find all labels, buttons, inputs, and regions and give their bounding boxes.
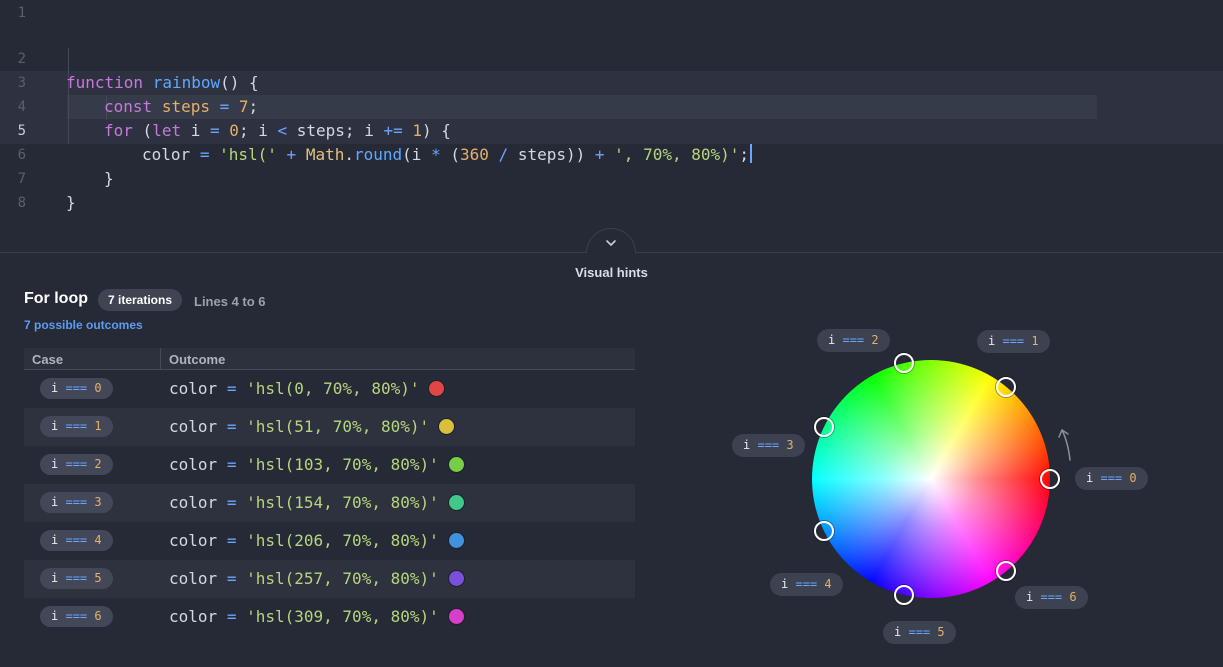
cases-table: Case Outcome i === 0 color = 'hsl(0, 70%,… [24, 348, 635, 636]
chevron-down-icon [606, 240, 616, 246]
case-pill[interactable]: i === 1 [40, 416, 113, 437]
case-pill[interactable]: i === 2 [40, 454, 113, 475]
wheel-case-label[interactable]: i === 5 [883, 621, 956, 644]
outcome-text: color = 'hsl(257, 70%, 80%)' [169, 569, 465, 588]
column-header-case: Case [32, 352, 64, 367]
outcome-text: color = 'hsl(154, 70%, 80%)' [169, 493, 465, 512]
code-line-5[interactable]: 5 color = 'hsl(' + Math.round(i * (360 /… [0, 95, 1223, 164]
wheel-case-label[interactable]: i === 0 [1075, 467, 1148, 490]
case-pill[interactable]: i === 6 [40, 606, 113, 627]
color-swatch [447, 608, 465, 625]
table-header: Case Outcome [24, 348, 635, 370]
line-number: 1 [17, 5, 26, 21]
code-line-2[interactable]: 2 function rainbow() { [0, 23, 1223, 92]
loop-type-label: For loop [24, 290, 88, 307]
color-swatch [447, 494, 465, 511]
code-line-4[interactable]: 4 for (let i = 0; i < steps; i += 1) { [0, 71, 1223, 140]
table-body: i === 0 color = 'hsl(0, 70%, 80%)' i === 1… [24, 370, 635, 636]
direction-arrow-icon [1058, 429, 1071, 461]
outcome-text: color = 'hsl(206, 70%, 80%)' [169, 531, 465, 550]
column-separator [160, 348, 161, 370]
table-row[interactable]: i === 6 color = 'hsl(309, 70%, 80%)' [24, 598, 635, 636]
color-swatch [438, 418, 456, 435]
table-row[interactable]: i === 1 color = 'hsl(51, 70%, 80%)' [24, 408, 635, 446]
color-swatch [428, 380, 446, 397]
case-pill[interactable]: i === 0 [40, 378, 113, 399]
color-swatch [447, 456, 465, 473]
table-row[interactable]: i === 0 color = 'hsl(0, 70%, 80%)' [24, 370, 635, 408]
table-row[interactable]: i === 3 color = 'hsl(154, 70%, 80%)' [24, 484, 635, 522]
possible-outcomes-label: 7 possible outcomes [24, 318, 143, 332]
hue-color-wheel [812, 360, 1050, 598]
wheel-case-label[interactable]: i === 2 [817, 329, 890, 352]
panel-title: Visual hints [575, 265, 648, 280]
wheel-marker[interactable] [995, 561, 1016, 582]
line-number: 8 [17, 195, 26, 211]
table-row[interactable]: i === 2 color = 'hsl(103, 70%, 80%)' [24, 446, 635, 484]
wheel-case-label[interactable]: i === 3 [732, 434, 805, 457]
color-swatch [447, 570, 465, 587]
outcome-text: color = 'hsl(103, 70%, 80%)' [169, 455, 465, 474]
case-pill[interactable]: i === 4 [40, 530, 113, 551]
code-line-1[interactable]: 1 [0, 0, 1223, 24]
code-editor[interactable]: 1 2 function rainbow() { 3 const steps =… [0, 0, 1223, 252]
outcome-text: color = 'hsl(309, 70%, 80%)' [169, 607, 465, 626]
wheel-marker[interactable] [995, 376, 1016, 397]
table-row[interactable]: i === 5 color = 'hsl(257, 70%, 80%)' [24, 560, 635, 598]
iterations-badge: 7 iterations [98, 289, 183, 311]
wheel-case-label[interactable]: i === 1 [977, 330, 1050, 353]
wheel-marker[interactable] [1040, 469, 1060, 489]
code-line-3[interactable]: 3 const steps = 7; [0, 47, 1223, 116]
code-line-8[interactable]: 8 [0, 167, 1223, 211]
outcome-text: color = 'hsl(0, 70%, 80%)' [169, 379, 446, 398]
wheel-marker[interactable] [894, 584, 915, 605]
code-text: } [66, 193, 76, 212]
table-row[interactable]: i === 4 color = 'hsl(206, 70%, 80%)' [24, 522, 635, 560]
code-line-6[interactable]: 6 } [0, 119, 1223, 188]
wheel-case-label[interactable]: i === 4 [770, 573, 843, 596]
column-header-outcome: Outcome [169, 352, 226, 367]
case-pill[interactable]: i === 5 [40, 568, 113, 589]
code-line-7[interactable]: 7 } [0, 143, 1223, 212]
outcome-text: color = 'hsl(51, 70%, 80%)' [169, 417, 456, 436]
wheel-marker[interactable] [814, 416, 835, 437]
case-pill[interactable]: i === 3 [40, 492, 113, 513]
lines-range-label: Lines 4 to 6 [194, 294, 266, 309]
color-swatch [447, 532, 465, 549]
wheel-case-label[interactable]: i === 6 [1015, 586, 1088, 609]
